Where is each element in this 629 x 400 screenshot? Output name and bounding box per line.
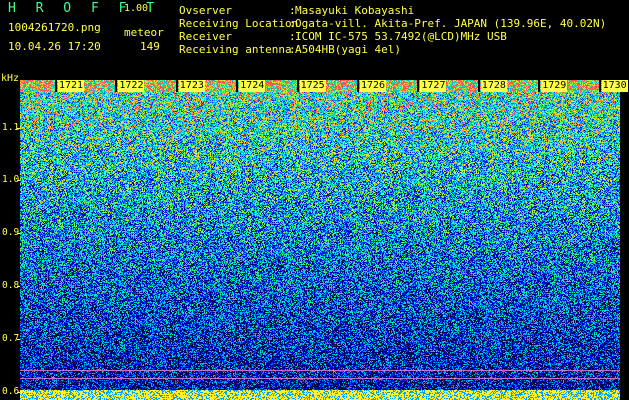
info-location-value: Ogata-vill. Akita-Pref. JAPAN (139.96E, … <box>295 17 607 30</box>
y-tick-mark <box>17 392 20 394</box>
y-tick-mark <box>17 180 20 182</box>
minute-marker <box>417 80 420 92</box>
spectrogram-canvas <box>20 80 620 400</box>
file-name: 1004261720.png <box>8 21 101 34</box>
minute-marker <box>55 80 57 92</box>
info-antenna-value: A504HB(yagi 4el) <box>295 43 401 56</box>
app-version: 1.00 <box>124 3 149 14</box>
info-observer-value: Masayuki Kobayashi <box>295 4 415 17</box>
minute-marker <box>538 80 541 92</box>
meteor-count: 149 <box>140 40 160 53</box>
time-label: 1730 <box>601 80 628 92</box>
info-location-key: Receiving Location <box>179 17 299 30</box>
time-label: 1727 <box>420 80 447 92</box>
time-label: 1726 <box>360 80 387 92</box>
time-label: 1723 <box>178 80 205 92</box>
info-antenna-key: Receiving antenna <box>179 43 292 56</box>
y-tick-mark <box>17 127 20 129</box>
time-label: 1729 <box>541 80 568 92</box>
time-label: 1721 <box>58 80 85 92</box>
file-datetime: 10.04.26 17:20 <box>8 40 101 53</box>
y-tick-mark <box>17 286 20 288</box>
y-tick-mark <box>17 339 20 341</box>
minute-marker <box>115 80 118 92</box>
minute-marker <box>296 80 299 92</box>
minute-marker <box>357 80 359 92</box>
time-label: 1724 <box>239 80 266 92</box>
y-tick-mark <box>17 233 20 235</box>
minute-marker <box>175 80 178 92</box>
info-receiver-value: ICOM IC-575 53.7492(@LCD)MHz USB <box>295 30 507 43</box>
minute-marker <box>477 80 480 92</box>
marker-line <box>20 378 620 379</box>
minute-marker <box>598 80 601 92</box>
minute-marker <box>236 80 239 92</box>
meteor-label: meteor <box>124 26 164 39</box>
marker-line <box>20 370 620 371</box>
time-label: 1725 <box>299 80 326 92</box>
y-axis-unit: kHz <box>1 73 20 84</box>
time-label: 1722 <box>118 80 145 92</box>
time-label: 1728 <box>480 80 507 92</box>
spectrogram <box>20 80 620 400</box>
info-observer-key: Ovserver <box>179 4 232 17</box>
info-receiver-key: Receiver <box>179 30 232 43</box>
